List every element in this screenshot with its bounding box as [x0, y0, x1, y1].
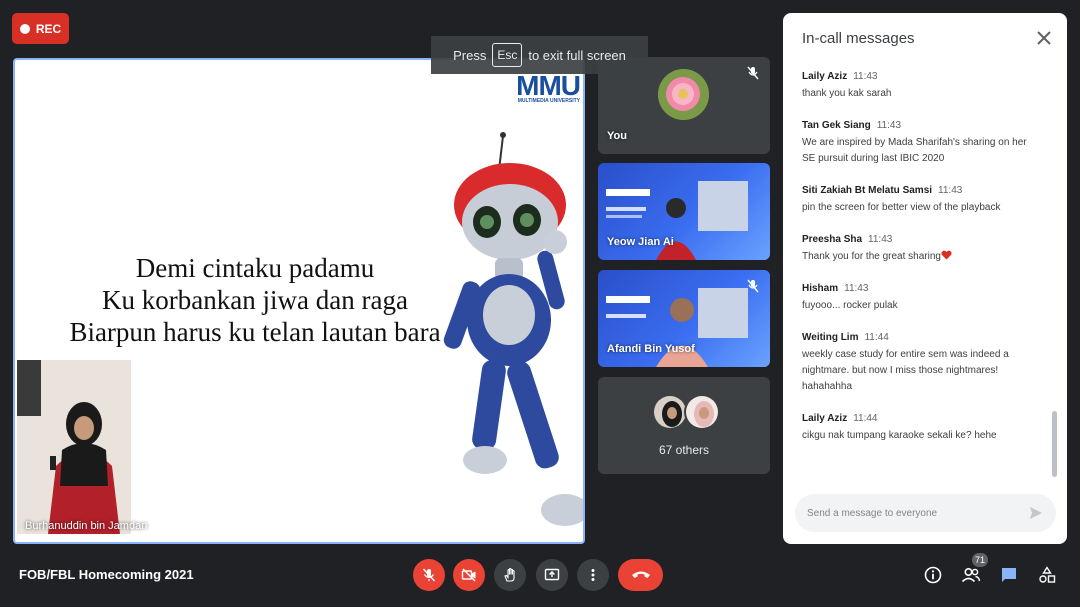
chat-message: Weiting Lim 11:44 weekly case study for e… [802, 332, 1042, 395]
speaker-name: Burhanuddin bin Jamdan [25, 520, 148, 532]
recording-label: REC [35, 21, 62, 36]
lyric-line: Ku korbankan jiwa dan raga [102, 285, 408, 315]
chat-message: Tan Gek Siang 11:43 We are inspired by Ma… [802, 120, 1042, 167]
background-window [17, 360, 41, 416]
banner-suffix: to exit full screen [528, 47, 626, 63]
activities-button[interactable] [1037, 565, 1057, 585]
esc-key: Esc [492, 43, 523, 67]
message-sender: Weiting Lim [802, 332, 859, 343]
in-call-messages-panel: In-call messages Laily Aziz 11:43 thank y… [783, 13, 1067, 544]
record-dot-icon [19, 23, 30, 34]
hang-up-icon [631, 571, 650, 578]
avatar [684, 394, 720, 430]
chat-message: Laily Aziz 11:43 thank you kak sarah [802, 71, 1042, 102]
message-time: 11:43 [938, 185, 963, 196]
main-presentation-tile[interactable]: MMU MULTIMEDIA UNIVERSITY Demi cintaku p… [13, 58, 585, 544]
message-sender: Tan Gek Siang [802, 120, 871, 131]
message-sender: Laily Aziz [802, 413, 848, 424]
message-time: 11:44 [853, 413, 878, 424]
message-sender: Hisham [802, 283, 839, 294]
more-options-button[interactable] [577, 559, 609, 591]
mic-toggle-button[interactable] [413, 559, 445, 591]
message-text: thank you kak sarah [802, 88, 892, 99]
message-text: We are inspired by Mada Sharifah's shari… [802, 137, 1027, 164]
message-text: fuyooo... rocker pulak [802, 300, 898, 311]
chat-icon [1002, 568, 1016, 582]
message-time: 11:43 [876, 120, 902, 131]
activities-shapes-icon [1039, 566, 1056, 583]
camera-off-icon [461, 568, 476, 582]
chat-message: Preesha Sha 11:43 Thank you for the great… [802, 234, 1042, 265]
close-icon[interactable] [1035, 29, 1053, 47]
fullscreen-banner: Press Esc to exit full screen [431, 36, 648, 74]
others-count: 67 others [658, 443, 710, 457]
message-text: weekly case study for entire sem was ind… [802, 349, 1009, 392]
present-now-button[interactable] [536, 559, 568, 591]
chat-message-input[interactable] [795, 494, 1056, 532]
chat-scrollbar[interactable] [1052, 411, 1057, 477]
message-list[interactable]: Laily Aziz 11:43 thank you kak sarah Tan … [802, 71, 1042, 462]
chat-button[interactable] [999, 565, 1019, 585]
others-tile[interactable]: 67 others [598, 377, 770, 474]
you-avatar [658, 69, 709, 120]
message-text: Thank you for the great sharing [802, 251, 941, 262]
message-time: 11:44 [864, 332, 889, 343]
logo-subtitle: MULTIMEDIA UNIVERSITY [517, 98, 580, 104]
lyrics: Demi cintaku padamu Ku korbankan jiwa da… [45, 252, 465, 348]
mic-off-icon [747, 279, 759, 293]
camera-toggle-button[interactable] [453, 559, 485, 591]
message-time: 11:43 [844, 283, 869, 294]
raise-hand-button[interactable] [494, 559, 526, 591]
participant-tile-yeow-jian-ai[interactable]: Yeow Jian Ai [598, 163, 770, 260]
participant-count-badge: 71 [972, 553, 988, 567]
chat-title: In-call messages [802, 30, 915, 47]
info-icon [924, 566, 942, 584]
chat-message: Siti Zakiah Bt Melatu Samsi 11:43 pin the… [802, 185, 1042, 216]
people-button[interactable] [961, 565, 981, 585]
mic-off-icon [747, 66, 759, 80]
logo-text: MMU [516, 70, 581, 101]
lyric-line: Biarpun harus ku telan lautan bara [69, 317, 441, 347]
message-time: 11:43 [853, 71, 878, 82]
message-text: cikgu nak tumpang karaoke sekali ke? heh… [802, 430, 997, 441]
heart-icon [941, 250, 952, 260]
chat-message: Laily Aziz 11:44 cikgu nak tumpang karaok… [802, 413, 1042, 444]
mmu-logo: MMU MULTIMEDIA UNIVERSITY [516, 70, 581, 104]
participant-tile-afandi[interactable]: Afandi Bin Yusof [598, 270, 770, 367]
meeting-details-button[interactable] [923, 565, 943, 585]
chat-message: Hisham 11:43 fuyooo... rocker pulak [802, 283, 1042, 314]
message-time: 11:43 [868, 234, 893, 245]
meeting-title: FOB/FBL Homecoming 2021 [19, 567, 194, 582]
speaker-pip-video [17, 360, 131, 534]
participant-name: You [607, 130, 627, 142]
people-icon [961, 567, 981, 583]
more-vert-icon [591, 569, 595, 581]
speaker-figure-image [48, 402, 120, 534]
leave-call-button[interactable] [618, 559, 663, 591]
recording-indicator: REC [12, 13, 69, 44]
message-sender: Preesha Sha [802, 234, 863, 245]
participant-name: Afandi Bin Yusof [607, 343, 695, 355]
robot-mascot-image [443, 132, 583, 526]
send-icon[interactable] [1029, 506, 1043, 520]
hand-icon [504, 568, 515, 582]
mic-off-icon [422, 568, 436, 582]
message-text: pin the screen for better view of the pl… [802, 202, 1001, 213]
message-sender: Siti Zakiah Bt Melatu Samsi [802, 185, 933, 196]
banner-press: Press [453, 47, 487, 63]
avatar [652, 394, 688, 430]
participant-name: Yeow Jian Ai [607, 236, 674, 248]
present-screen-icon [544, 568, 560, 581]
others-avatars [652, 394, 720, 430]
lyric-line: Demi cintaku padamu [135, 253, 375, 283]
message-sender: Laily Aziz [802, 71, 848, 82]
